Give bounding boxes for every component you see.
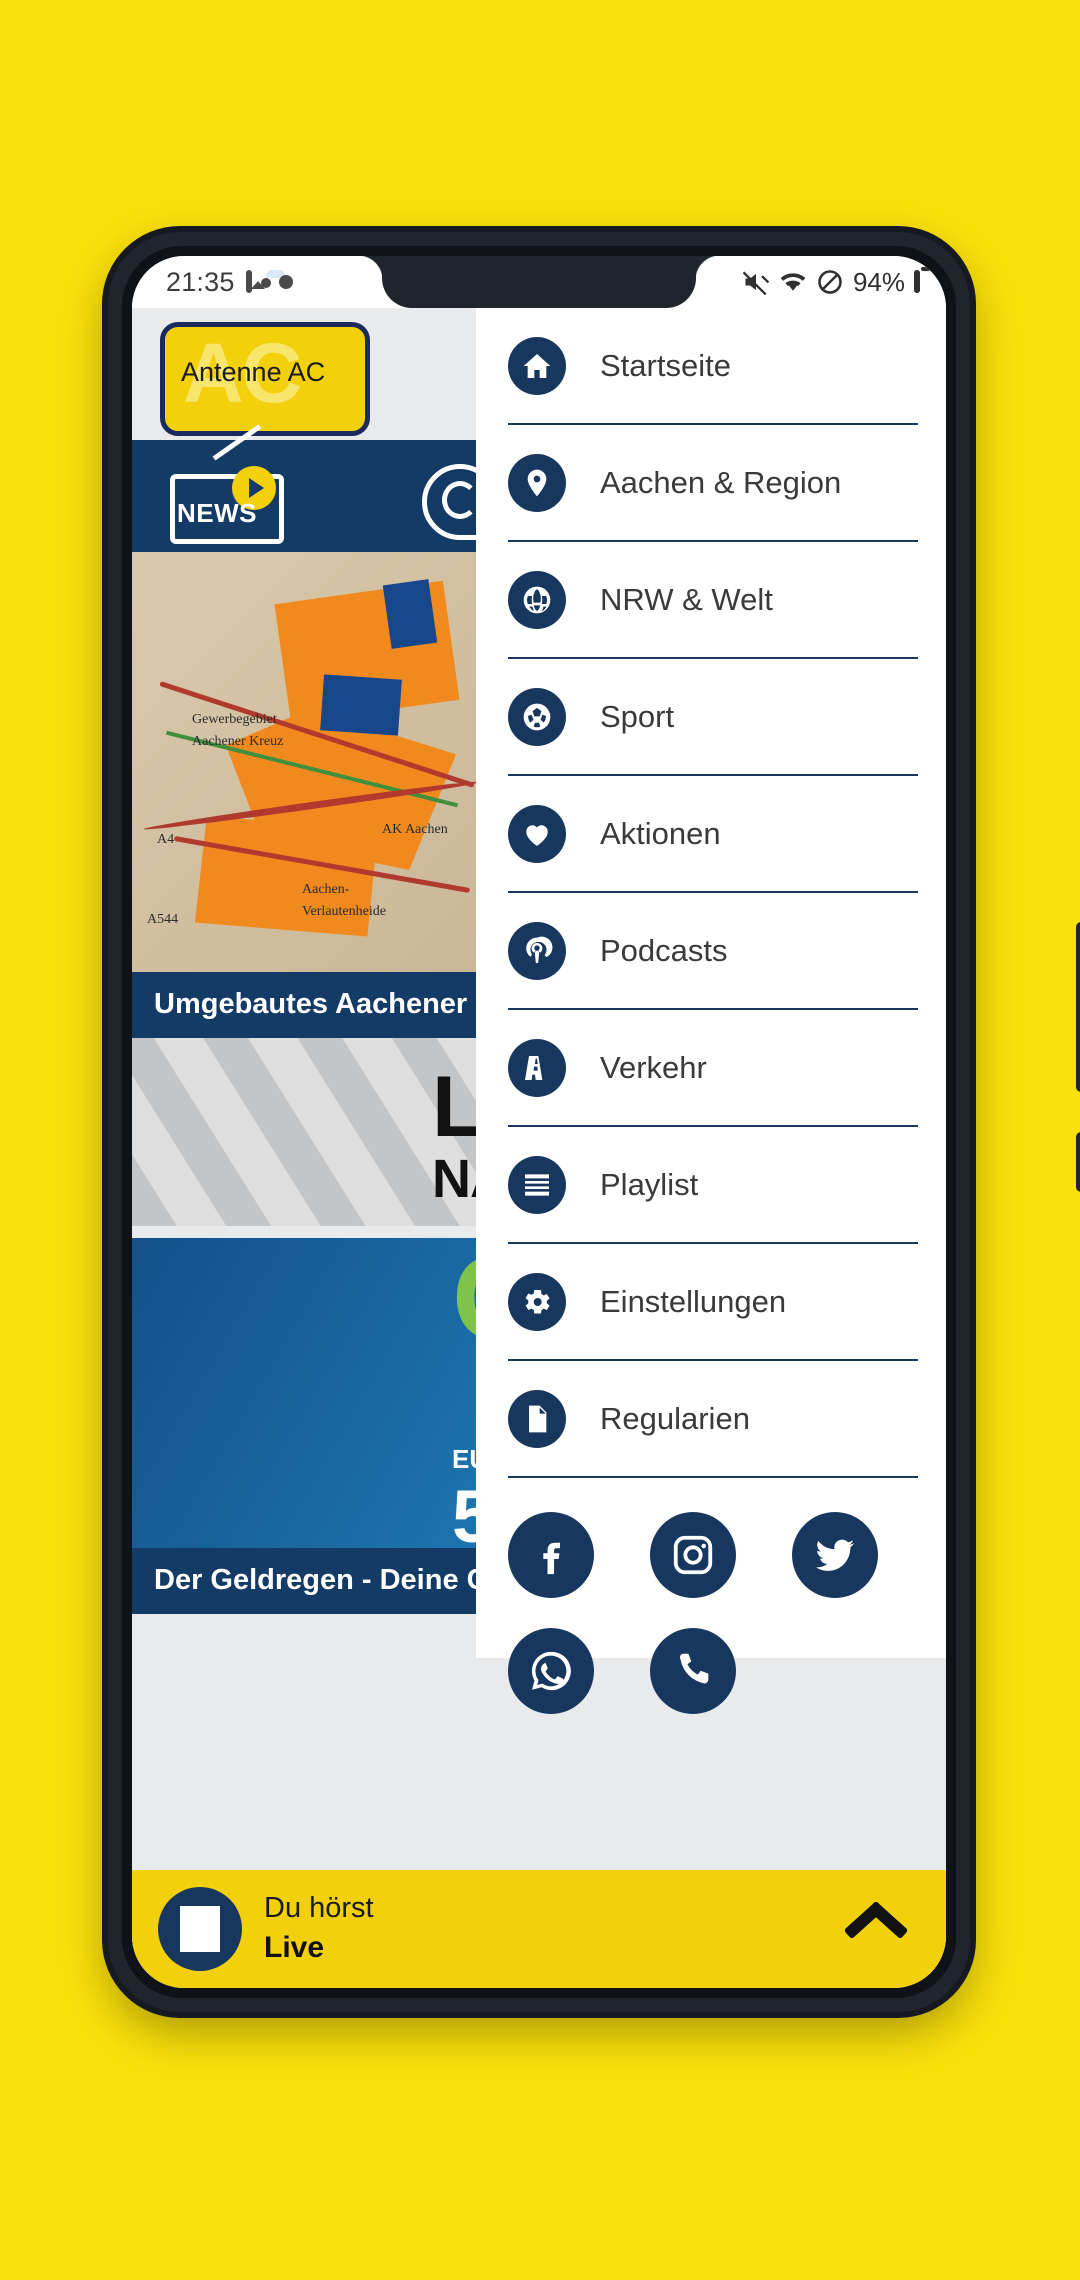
station-logo[interactable]: AC Antenne AC <box>160 322 370 436</box>
status-bar-right: 94% <box>742 256 920 308</box>
menu-label: Startseite <box>600 347 731 383</box>
player-bar: Du hörst Live <box>132 1870 946 1988</box>
wifi-icon <box>779 268 807 296</box>
news-label: NEWS <box>177 498 257 528</box>
mute-icon <box>742 268 770 296</box>
phone-screen: AC Antenne AC NEWS Gewerbegebiet Aachene… <box>132 256 946 1988</box>
menu-item-nrw-welt[interactable]: NRW & Welt <box>508 542 918 659</box>
logo-text: Antenne AC <box>181 357 326 387</box>
menu-label: Regularien <box>600 1400 750 1436</box>
menu-label: Aktionen <box>600 815 721 851</box>
gear-icon <box>508 1272 566 1331</box>
phone-frame: AC Antenne AC NEWS Gewerbegebiet Aachene… <box>108 232 1080 2012</box>
social-row-2 <box>508 1628 918 1714</box>
menu-label: Aachen & Region <box>600 464 842 500</box>
menu-label: Podcasts <box>600 932 728 968</box>
instagram-icon[interactable] <box>650 1512 736 1598</box>
facebook-icon[interactable] <box>508 1512 594 1598</box>
status-time: 21:35 <box>166 266 235 297</box>
podcast-icon <box>508 921 566 980</box>
menu-label: Einstellungen <box>600 1283 787 1319</box>
menu-item-sport[interactable]: Sport <box>508 659 918 776</box>
heart-icon <box>508 804 566 863</box>
menu-label: Verkehr <box>600 1049 707 1085</box>
document-icon <box>508 1389 566 1448</box>
twitter-icon[interactable] <box>792 1512 878 1598</box>
battery-percent: 94% <box>852 266 905 297</box>
player-now-playing-label: Du hörst <box>264 1892 374 1924</box>
phone-button-volume[interactable] <box>1076 922 1080 1092</box>
whatsapp-icon[interactable] <box>508 1628 594 1714</box>
page-root: AC Antenne AC NEWS Gewerbegebiet Aachene… <box>0 0 1080 2280</box>
menu-item-podcasts[interactable]: Podcasts <box>508 893 918 1010</box>
list-icon <box>508 1155 566 1214</box>
menu-label: Sport <box>600 698 675 734</box>
stop-icon[interactable] <box>158 1887 242 1971</box>
phone-button-power[interactable] <box>1076 1132 1080 1192</box>
navigation-drawer: Startseite Aachen & Region NRW & Welt Sp… <box>476 308 946 1714</box>
do-not-disturb-icon <box>816 268 844 296</box>
soccer-ball-icon <box>508 687 566 746</box>
status-bar-left: 21:35 <box>166 256 285 308</box>
menu-item-regularien[interactable]: Regularien <box>508 1361 918 1478</box>
menu-item-playlist[interactable]: Playlist <box>508 1127 918 1244</box>
news-icon[interactable]: NEWS <box>170 424 284 544</box>
globe-icon <box>508 570 566 629</box>
menu-item-startseite[interactable]: Startseite <box>508 308 918 425</box>
menu-label: NRW & Welt <box>600 581 773 617</box>
menu-item-aachen-region[interactable]: Aachen & Region <box>508 425 918 542</box>
menu-label: Playlist <box>600 1166 699 1202</box>
home-icon <box>508 336 566 395</box>
menu-item-aktionen[interactable]: Aktionen <box>508 776 918 893</box>
phone-icon[interactable] <box>650 1628 736 1714</box>
player-station-name: Live <box>264 1931 325 1964</box>
menu-item-einstellungen[interactable]: Einstellungen <box>508 1244 918 1361</box>
player-text: Du hörst Live <box>264 1888 374 1968</box>
social-row-1 <box>508 1512 918 1598</box>
road-icon <box>508 1038 566 1097</box>
chevron-up-icon[interactable] <box>844 1900 908 1942</box>
phone-notch <box>358 256 720 308</box>
phone-bezel: AC Antenne AC NEWS Gewerbegebiet Aachene… <box>122 246 956 1998</box>
location-pin-icon <box>508 453 566 512</box>
menu-item-verkehr[interactable]: Verkehr <box>508 1010 918 1127</box>
social-links <box>508 1478 918 1714</box>
